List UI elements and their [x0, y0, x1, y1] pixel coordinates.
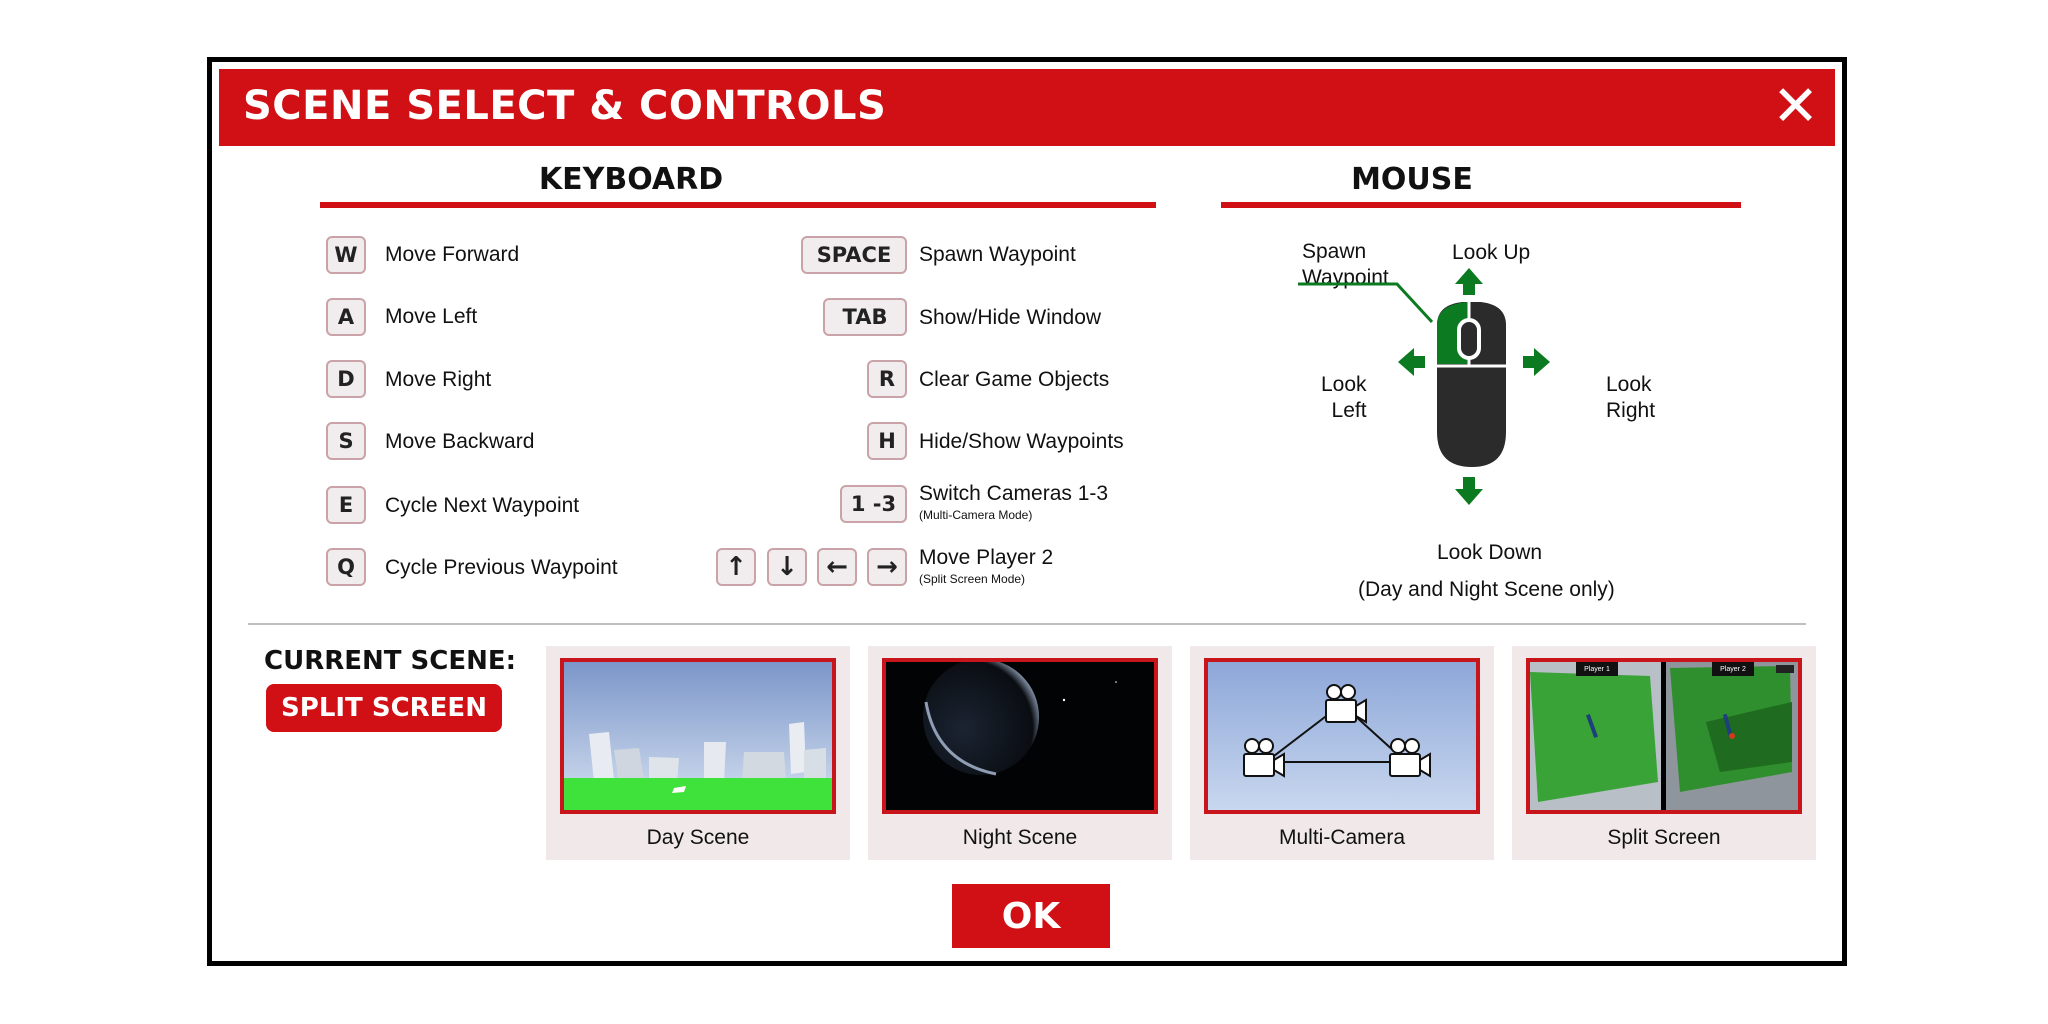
- section-divider: [248, 623, 1806, 625]
- action-move-right: Move Right: [385, 368, 492, 391]
- multi-camera-thumbnail: [1204, 658, 1480, 814]
- arrow-left-icon: [1398, 348, 1425, 376]
- current-scene-label: CURRENT SCENE:: [264, 646, 517, 676]
- current-scene-badge: SPLIT SCREEN: [266, 684, 502, 732]
- look-right-line-2: Right: [1606, 399, 1656, 422]
- split-player-2-text: Player 2: [1720, 666, 1746, 673]
- action-move-forward: Move Forward: [385, 243, 520, 266]
- action-cycle-next-waypoint: Cycle Next Waypoint: [385, 494, 580, 517]
- key-e: E: [326, 486, 366, 524]
- split-player-1-text: Player 1: [1584, 666, 1610, 673]
- action-cycle-previous-waypoint: Cycle Previous Waypoint: [385, 556, 618, 579]
- scene-label-multi-camera: Multi-Camera: [1278, 826, 1406, 849]
- scene-card-multi-camera[interactable]: Multi-Camera: [1190, 646, 1494, 860]
- night-scene-thumbnail: [882, 658, 1158, 814]
- action-move-backward: Move Backward: [385, 430, 535, 453]
- key-arrow-left: ←: [817, 548, 857, 586]
- key-1-3: 1 -3: [840, 485, 907, 523]
- label-look-right: Look Right: [1606, 372, 1655, 424]
- key-arrow-down: ↓: [767, 548, 807, 586]
- mouse-diagram: [1298, 268, 1550, 505]
- scene-card-day[interactable]: Day Scene: [546, 646, 850, 860]
- key-arrow-up: ↑: [716, 548, 756, 586]
- keyboard-heading: KEYBOARD: [538, 162, 724, 197]
- action-hide-show-waypoints: Hide/Show Waypoints: [919, 430, 1124, 453]
- scroll-wheel-icon: [1457, 318, 1481, 360]
- mouse-underline: [1221, 202, 1741, 208]
- key-w: W: [326, 236, 366, 274]
- day-scene-thumbnail: [560, 658, 836, 814]
- scene-card-night[interactable]: Night Scene: [868, 646, 1172, 860]
- key-h: H: [867, 422, 907, 460]
- action-move-left: Move Left: [385, 305, 478, 328]
- arrow-up-icon: [1455, 268, 1483, 295]
- scene-label-night: Night Scene: [962, 826, 1078, 849]
- mouse-note: (Day and Night Scene only): [1358, 578, 1615, 601]
- key-d: D: [326, 360, 366, 398]
- close-icon[interactable]: ✕: [1772, 75, 1819, 139]
- arrow-down-icon: [1455, 477, 1483, 505]
- key-s: S: [326, 422, 366, 460]
- spawn-line-1: Spawn: [1302, 240, 1367, 263]
- key-r: R: [867, 360, 907, 398]
- key-q: Q: [326, 548, 366, 586]
- scene-label-day: Day Scene: [646, 826, 750, 849]
- key-a: A: [326, 298, 366, 336]
- key-arrow-right: →: [867, 548, 907, 586]
- scene-select-dialog: SCENE SELECT & CONTROLS ✕ KEYBOARD W Mov…: [207, 57, 1847, 966]
- key-space: SPACE: [801, 236, 907, 274]
- note-split-screen-mode: (Split Screen Mode): [919, 572, 1026, 586]
- scene-label-split-screen: Split Screen: [1607, 826, 1721, 849]
- mouse-heading: MOUSE: [1351, 162, 1473, 197]
- action-show-hide-window: Show/Hide Window: [919, 306, 1102, 329]
- split-screen-thumbnail: Player 1 Player 2: [1526, 658, 1802, 814]
- spawn-waypoint-leader-line: [1298, 282, 1434, 324]
- action-spawn-waypoint: Spawn Waypoint: [919, 243, 1076, 266]
- look-right-line-1: Look: [1606, 373, 1652, 396]
- keyboard-underline: [320, 202, 1156, 208]
- title-bar: SCENE SELECT & CONTROLS ✕: [219, 69, 1835, 146]
- ok-button[interactable]: OK: [952, 884, 1110, 948]
- scene-card-split-screen[interactable]: Player 1 Player 2 Split Screen: [1512, 646, 1816, 860]
- action-move-player-2: Move Player 2: [919, 546, 1054, 569]
- note-multi-camera-mode: (Multi-Camera Mode): [919, 508, 1033, 522]
- arrow-right-icon: [1523, 348, 1550, 376]
- dialog-title: SCENE SELECT & CONTROLS: [243, 83, 887, 129]
- key-tab: TAB: [823, 298, 907, 336]
- action-switch-cameras: Switch Cameras 1-3: [919, 482, 1109, 505]
- action-clear-game-objects: Clear Game Objects: [919, 368, 1110, 391]
